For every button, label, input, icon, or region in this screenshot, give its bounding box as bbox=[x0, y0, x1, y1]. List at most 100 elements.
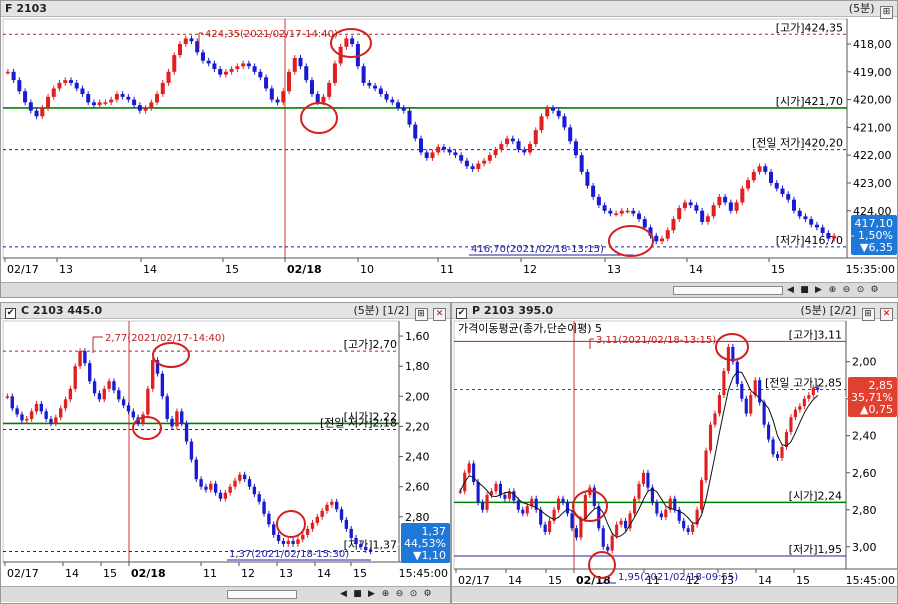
candle-body bbox=[811, 387, 815, 396]
candle-body bbox=[757, 166, 762, 172]
candle-body bbox=[228, 486, 232, 493]
zoom-out-icon[interactable]: ⊖ bbox=[840, 284, 853, 297]
highlight-circle bbox=[152, 342, 190, 368]
time-tick-label: 15:35:00 bbox=[846, 263, 895, 276]
candle-body bbox=[212, 63, 217, 70]
candle-body bbox=[91, 102, 96, 106]
zoom-out-icon[interactable]: ⊖ bbox=[393, 588, 406, 601]
candle-body bbox=[585, 171, 590, 186]
stop-icon[interactable]: ■ bbox=[351, 588, 364, 601]
candle-body bbox=[83, 351, 87, 364]
candle-body bbox=[659, 513, 663, 518]
candle-body bbox=[826, 232, 831, 239]
stop-icon[interactable]: ■ bbox=[798, 284, 811, 297]
candle-body bbox=[522, 149, 527, 153]
time-tick-label: 14 bbox=[317, 567, 331, 580]
futures-candlestick-chart[interactable]: 424,00423,00422,00421,00420,00419,00418,… bbox=[1, 1, 898, 298]
candle-body bbox=[809, 219, 814, 225]
zoom-fit-icon[interactable]: ⊙ bbox=[407, 588, 420, 601]
zoom-in-icon[interactable]: ⊕ bbox=[379, 588, 392, 601]
candle-body bbox=[384, 94, 389, 100]
call-option-chart-panel: ✔ C 2103 445.0 (5분) [1/2] ⊞ ✕ 2,80 2,60 2,4… bbox=[0, 302, 451, 604]
candle-body bbox=[814, 224, 819, 228]
rewind-icon[interactable]: ◀ bbox=[784, 284, 797, 297]
call-candlestick-chart[interactable]: 2,80 2,60 2,40 2,20 2,00 1,80 1,60 02/17 14 15 02/… bbox=[1, 303, 451, 604]
put-scrollbar[interactable] bbox=[452, 586, 897, 602]
candle-body bbox=[430, 152, 435, 158]
call-scrollbar[interactable]: ◀ ■ ▶ ⊕ ⊖ ⊙ ⚙ bbox=[1, 586, 450, 602]
scroll-thumb[interactable] bbox=[673, 286, 783, 295]
candle-body bbox=[762, 402, 766, 425]
play-icon[interactable]: ▶ bbox=[812, 284, 825, 297]
candle-body bbox=[464, 160, 469, 167]
candle-body bbox=[691, 524, 695, 532]
candle-body bbox=[722, 370, 726, 396]
candle-body bbox=[565, 502, 570, 514]
candle-body bbox=[688, 202, 693, 206]
zoom-fit-icon[interactable]: ⊙ bbox=[854, 284, 867, 297]
candle-body bbox=[44, 411, 48, 419]
zoom-in-icon[interactable]: ⊕ bbox=[826, 284, 839, 297]
candle-body bbox=[476, 482, 480, 503]
candle-body bbox=[315, 516, 320, 523]
reference-label: [고가]2,70 bbox=[344, 338, 397, 351]
candle-body bbox=[401, 107, 406, 111]
play-icon[interactable]: ▶ bbox=[365, 588, 378, 601]
candle-body bbox=[86, 94, 91, 103]
candle-body bbox=[354, 537, 358, 544]
candle-body bbox=[46, 96, 51, 108]
candle-body bbox=[141, 414, 145, 424]
candle-body bbox=[459, 155, 464, 161]
candle-body bbox=[80, 88, 85, 95]
candle-body bbox=[189, 38, 194, 42]
candle-body bbox=[802, 398, 806, 407]
candle-body bbox=[441, 146, 446, 150]
candle-body bbox=[751, 171, 756, 181]
put-candlestick-chart[interactable]: 3,002,802,602,402,202,0002/17141502/1811… bbox=[452, 303, 898, 604]
candle-body bbox=[88, 363, 92, 382]
candle-body bbox=[704, 450, 708, 481]
candle-body bbox=[579, 155, 584, 172]
ma-legend: 가격이동평균(종가,단순이평) 5 bbox=[458, 322, 602, 335]
candle-body bbox=[798, 406, 802, 410]
price-tick-label: 422,00 bbox=[853, 149, 892, 162]
candle-body bbox=[20, 414, 24, 421]
scroll-thumb[interactable] bbox=[227, 590, 297, 599]
candle-body bbox=[126, 96, 131, 100]
candle-body bbox=[780, 446, 784, 458]
price-tick-label: 2,00 bbox=[405, 390, 430, 403]
candle-body bbox=[774, 182, 779, 189]
candle-body bbox=[339, 509, 344, 520]
candle-body bbox=[321, 96, 326, 103]
candle-body bbox=[533, 130, 538, 145]
candle-body bbox=[109, 99, 114, 103]
candle-body bbox=[767, 424, 771, 440]
candle-body bbox=[591, 185, 596, 197]
candle-body bbox=[350, 38, 355, 45]
candle-body bbox=[655, 502, 659, 514]
settings-icon[interactable]: ⚙ bbox=[868, 284, 881, 297]
candle-body bbox=[791, 199, 796, 211]
candle-body bbox=[659, 238, 665, 242]
candle-body bbox=[711, 205, 716, 217]
candle-body bbox=[233, 480, 237, 487]
rewind-icon[interactable]: ◀ bbox=[337, 588, 350, 601]
candle-body bbox=[229, 69, 234, 72]
reference-label: [저가]1,95 bbox=[789, 543, 842, 556]
candle-body bbox=[189, 441, 194, 460]
candle-body bbox=[789, 417, 793, 433]
candle-body bbox=[272, 524, 276, 535]
futures-scrollbar[interactable]: ⊕ ⊖ ⊙ ⚙ ▶ ■ ◀ bbox=[1, 282, 897, 297]
candle-body bbox=[264, 77, 269, 89]
time-tick-label: 02/18 bbox=[131, 567, 166, 580]
candle-body bbox=[114, 94, 119, 100]
candle-body bbox=[780, 188, 785, 195]
candle-body bbox=[301, 534, 305, 540]
candle-body bbox=[601, 528, 605, 547]
candle-body bbox=[632, 498, 637, 514]
candle-body bbox=[556, 498, 561, 510]
settings-icon[interactable]: ⚙ bbox=[421, 588, 434, 601]
price-tick-label: 2,60 bbox=[852, 467, 877, 480]
time-tick-label: 12 bbox=[523, 263, 537, 276]
time-tick-label: 12 bbox=[241, 567, 255, 580]
